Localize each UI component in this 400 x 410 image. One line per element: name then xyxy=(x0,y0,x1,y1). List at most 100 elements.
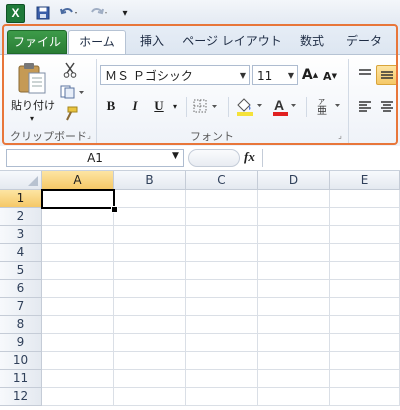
underline-dropdown-icon[interactable]: ▾ xyxy=(170,99,180,113)
grid-cell[interactable] xyxy=(42,280,114,298)
grid-cell[interactable] xyxy=(42,316,114,334)
row-header[interactable]: 6 xyxy=(0,280,42,298)
grid-cell[interactable] xyxy=(258,280,330,298)
insert-function-button[interactable]: fx xyxy=(244,149,255,165)
column-header[interactable]: C xyxy=(186,171,258,190)
align-middle-icon[interactable] xyxy=(376,65,398,85)
grid-cell[interactable] xyxy=(114,388,186,406)
grid-cell[interactable] xyxy=(114,298,186,316)
grid-cell[interactable] xyxy=(330,280,400,298)
paste-dropdown-icon[interactable]: ▾ xyxy=(26,113,38,123)
grid-cell[interactable] xyxy=(114,316,186,334)
grid-cell[interactable] xyxy=(330,208,400,226)
excel-logo-icon[interactable]: X xyxy=(6,4,25,23)
grid-cell[interactable] xyxy=(114,262,186,280)
formula-input[interactable] xyxy=(262,149,399,167)
grid-cell[interactable] xyxy=(258,316,330,334)
grid-cell[interactable] xyxy=(186,262,258,280)
borders-icon[interactable] xyxy=(192,97,222,115)
grid-cell[interactable] xyxy=(330,334,400,352)
grid-cell[interactable] xyxy=(42,208,114,226)
bold-button[interactable]: B xyxy=(102,97,120,115)
tab-home[interactable]: ホーム xyxy=(68,30,126,55)
fill-handle[interactable] xyxy=(111,206,118,213)
grid-cell[interactable] xyxy=(186,334,258,352)
grid-cell[interactable] xyxy=(114,208,186,226)
grid-cell[interactable] xyxy=(258,226,330,244)
grid-cell[interactable] xyxy=(330,226,400,244)
grid-cell[interactable] xyxy=(186,280,258,298)
grid-cell[interactable] xyxy=(186,226,258,244)
clipboard-dialog-launcher-icon[interactable]: ⌟ xyxy=(84,130,94,140)
grid-cell[interactable] xyxy=(330,370,400,388)
active-cell-cursor[interactable] xyxy=(41,189,115,209)
font-name-combo[interactable]: ＭＳ Ｐゴシック ▼ xyxy=(100,65,250,85)
grid-cell[interactable] xyxy=(42,226,114,244)
grid-cell[interactable] xyxy=(42,370,114,388)
grid-cell[interactable] xyxy=(114,280,186,298)
grid-cell[interactable] xyxy=(258,370,330,388)
grid-cell[interactable] xyxy=(114,370,186,388)
align-left-icon[interactable] xyxy=(356,97,374,115)
grid-cell[interactable] xyxy=(330,388,400,406)
row-header[interactable]: 3 xyxy=(0,226,42,244)
row-header[interactable]: 7 xyxy=(0,298,42,316)
font-dialog-launcher-icon[interactable]: ⌟ xyxy=(335,130,345,140)
grid-cell[interactable] xyxy=(186,190,258,208)
grid-cell[interactable] xyxy=(186,388,258,406)
grid-cell[interactable] xyxy=(114,334,186,352)
name-box[interactable]: A1 xyxy=(6,149,184,167)
column-header[interactable]: E xyxy=(330,171,400,190)
align-center-icon[interactable] xyxy=(378,97,396,115)
row-header[interactable]: 4 xyxy=(0,244,42,262)
row-header[interactable]: 10 xyxy=(0,352,42,370)
redo-icon[interactable] xyxy=(88,4,110,22)
paste-button[interactable]: 貼り付け xyxy=(9,97,57,113)
grid-cell[interactable] xyxy=(330,316,400,334)
formula-splitter[interactable] xyxy=(188,149,240,167)
tab-formulas[interactable]: 数式 xyxy=(290,30,334,52)
grid-cell[interactable] xyxy=(42,388,114,406)
font-size-combo[interactable]: 11 ▼ xyxy=(252,65,298,85)
grid-cell[interactable] xyxy=(258,298,330,316)
row-header[interactable]: 1 xyxy=(0,190,42,208)
chevron-down-icon[interactable]: ▼ xyxy=(172,151,179,161)
chevron-down-icon[interactable]: ▼ xyxy=(240,66,246,86)
row-header[interactable]: 12 xyxy=(0,388,42,406)
grid-cell[interactable] xyxy=(330,190,400,208)
grid-cell[interactable] xyxy=(330,262,400,280)
grid-cell[interactable] xyxy=(258,388,330,406)
grid-cell[interactable] xyxy=(114,352,186,370)
grid-cell[interactable] xyxy=(42,262,114,280)
phonetic-guide-icon[interactable]: ア亜 xyxy=(312,95,344,117)
row-header[interactable]: 11 xyxy=(0,370,42,388)
row-header[interactable]: 2 xyxy=(0,208,42,226)
tab-page-layout[interactable]: ページ レイアウト xyxy=(180,30,284,52)
save-icon[interactable] xyxy=(34,4,52,22)
grid-cell[interactable] xyxy=(186,208,258,226)
column-header[interactable]: D xyxy=(258,171,330,190)
grid-cell[interactable] xyxy=(186,244,258,262)
customize-qat-icon[interactable]: ▾ xyxy=(118,4,132,22)
grid-cell[interactable] xyxy=(186,370,258,388)
row-header[interactable]: 9 xyxy=(0,334,42,352)
grid-cell[interactable] xyxy=(186,298,258,316)
row-header[interactable]: 5 xyxy=(0,262,42,280)
underline-button[interactable]: U xyxy=(150,97,168,115)
font-color-icon[interactable]: A xyxy=(270,95,300,117)
grid-cell[interactable] xyxy=(330,298,400,316)
grid-cell[interactable] xyxy=(258,190,330,208)
grid-cell[interactable] xyxy=(42,352,114,370)
grid-cell[interactable] xyxy=(330,244,400,262)
grid-cell[interactable] xyxy=(114,244,186,262)
chevron-down-icon[interactable]: ▼ xyxy=(288,66,294,86)
shrink-font-icon[interactable]: A ▼ xyxy=(322,67,338,85)
format-painter-icon[interactable] xyxy=(60,105,80,123)
undo-icon[interactable] xyxy=(58,4,80,22)
grid-cell[interactable] xyxy=(258,334,330,352)
grid-cell[interactable] xyxy=(186,352,258,370)
grid-cell[interactable] xyxy=(114,190,186,208)
select-all-corner[interactable] xyxy=(0,171,42,190)
row-header[interactable]: 8 xyxy=(0,316,42,334)
grid-cell[interactable] xyxy=(186,316,258,334)
